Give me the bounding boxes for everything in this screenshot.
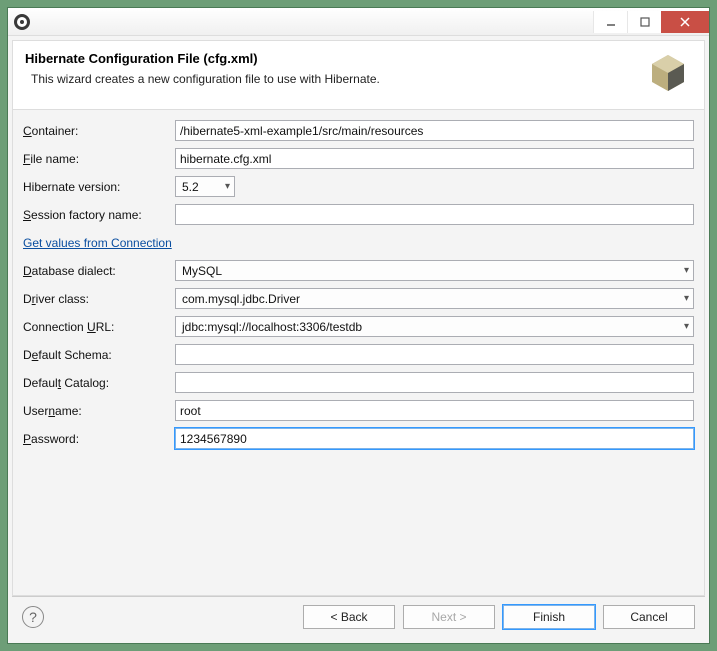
chevron-down-icon: ▾ [682, 321, 691, 332]
session-factory-label: Session factory name: [23, 208, 171, 222]
connection-url-select[interactable]: jdbc:mysql://localhost:3306/testdb ▾ [175, 316, 694, 337]
wizard-body: Container: File name: Hibernate version:… [12, 110, 705, 596]
back-button[interactable]: < Back [303, 605, 395, 629]
maximize-button[interactable] [627, 11, 661, 33]
wizard-footer: ? < Back Next > Finish Cancel [12, 596, 705, 635]
driver-class-label: Driver class: [23, 292, 171, 306]
driver-class-select[interactable]: com.mysql.jdbc.Driver ▾ [175, 288, 694, 309]
dialog-content: Hibernate Configuration File (cfg.xml) T… [8, 36, 709, 643]
db-dialect-value: MySQL [182, 264, 682, 278]
finish-button[interactable]: Finish [503, 605, 595, 629]
titlebar[interactable] [8, 8, 709, 36]
chevron-down-icon: ▾ [682, 293, 691, 304]
dialog-window: Hibernate Configuration File (cfg.xml) T… [7, 7, 710, 644]
eclipse-icon [14, 14, 30, 30]
db-dialect-label: Database dialect: [23, 264, 171, 278]
hibernate-version-select[interactable]: 5.2 ▾ [175, 176, 235, 197]
hibernate-version-label: Hibernate version: [23, 180, 171, 194]
wizard-title: Hibernate Configuration File (cfg.xml) [25, 51, 636, 66]
filename-label: File name: [23, 152, 171, 166]
wizard-header: Hibernate Configuration File (cfg.xml) T… [12, 40, 705, 110]
chevron-down-icon: ▾ [223, 181, 232, 192]
filename-input[interactable] [175, 148, 694, 169]
default-catalog-label: Default Catalog: [23, 376, 171, 390]
username-label: Username: [23, 404, 171, 418]
session-factory-input[interactable] [175, 204, 694, 225]
close-button[interactable] [661, 11, 709, 33]
minimize-button[interactable] [593, 11, 627, 33]
next-button: Next > [403, 605, 495, 629]
container-input[interactable] [175, 120, 694, 141]
connection-url-label: Connection URL: [23, 320, 171, 334]
get-values-link[interactable]: Get values from Connection [23, 236, 172, 250]
wizard-subtitle: This wizard creates a new configuration … [25, 72, 636, 86]
cancel-button[interactable]: Cancel [603, 605, 695, 629]
username-input[interactable] [175, 400, 694, 421]
default-catalog-input[interactable] [175, 372, 694, 393]
connection-url-value: jdbc:mysql://localhost:3306/testdb [182, 320, 682, 334]
help-icon[interactable]: ? [22, 606, 44, 628]
password-input[interactable] [175, 428, 694, 449]
container-label: Container: [23, 124, 171, 138]
db-dialect-select[interactable]: MySQL ▾ [175, 260, 694, 281]
default-schema-label: Default Schema: [23, 348, 171, 362]
password-label: Password: [23, 432, 171, 446]
hibernate-version-value: 5.2 [182, 180, 223, 194]
default-schema-input[interactable] [175, 344, 694, 365]
hibernate-icon [644, 51, 692, 99]
chevron-down-icon: ▾ [682, 265, 691, 276]
driver-class-value: com.mysql.jdbc.Driver [182, 292, 682, 306]
